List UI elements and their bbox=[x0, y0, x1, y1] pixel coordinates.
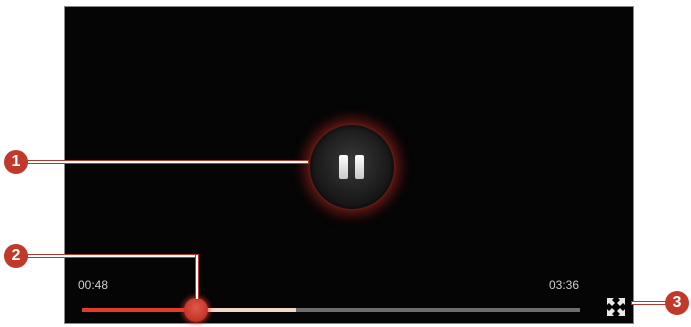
callout-1-leader bbox=[27, 160, 309, 164]
fullscreen-button[interactable] bbox=[606, 297, 626, 317]
callout-2-leader-vertical bbox=[195, 254, 199, 300]
progress-thumb[interactable] bbox=[183, 298, 208, 322]
played-range bbox=[82, 308, 196, 312]
pause-icon bbox=[339, 155, 348, 179]
elapsed-time: 00:48 bbox=[78, 278, 109, 292]
callout-2-leader bbox=[27, 254, 199, 258]
total-time: 03:36 bbox=[549, 278, 580, 292]
video-player[interactable]: 00:48 03:36 bbox=[64, 6, 634, 324]
progress-bar[interactable] bbox=[82, 298, 580, 322]
pause-icon-bar bbox=[355, 155, 364, 179]
callout-1-badge: 1 bbox=[4, 150, 28, 174]
fullscreen-icon bbox=[607, 298, 625, 316]
callout-3-badge: 3 bbox=[665, 291, 689, 315]
callout-2-badge: 2 bbox=[4, 244, 28, 268]
pause-button[interactable] bbox=[308, 123, 396, 211]
figure: 00:48 03:36 1 2 3 bbox=[0, 0, 691, 327]
callout-3-leader bbox=[631, 301, 667, 305]
